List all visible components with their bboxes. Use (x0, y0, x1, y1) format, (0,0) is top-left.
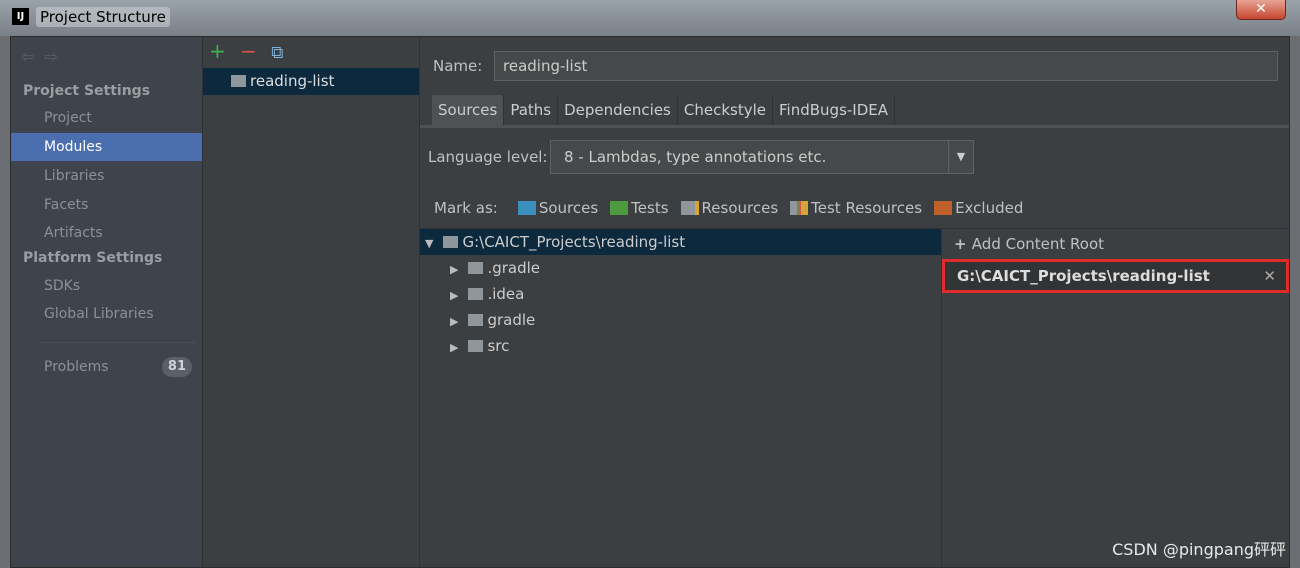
platform-settings-header: Platform Settings (23, 250, 163, 266)
collapsed-arrow-icon[interactable]: ▶ (450, 341, 458, 354)
sidebar-item-project[interactable]: Project (11, 104, 202, 132)
module-folder-icon (231, 75, 246, 87)
content-root-path: G:\CAICT_Projects\reading-list (957, 267, 1210, 285)
tab-findbugs[interactable]: FindBugs-IDEA (773, 95, 896, 125)
tree-root[interactable]: ▼ G:\CAICT_Projects\reading-list (420, 229, 941, 255)
sidebar-item-artifacts[interactable]: Artifacts (11, 219, 202, 247)
mark-as-toolbar: Mark as: Sources Tests Resources Test Re… (434, 199, 1023, 217)
tab-bar: Sources Paths Dependencies Checkstyle Fi… (432, 95, 896, 125)
name-label: Name: (433, 57, 483, 75)
sources-folder-icon (517, 201, 536, 215)
folder-icon (468, 262, 484, 274)
module-label: reading-list (250, 72, 335, 90)
module-list: + − ⧉ reading-list (203, 37, 420, 567)
sidebar-item-sdks[interactable]: SDKs (11, 272, 202, 300)
problems-label: Problems (44, 359, 109, 375)
mark-as-label: Mark as: (434, 199, 498, 217)
window-title: Project Structure (36, 7, 170, 27)
sidebar: ⇦⇨ Project Settings Project Modules Libr… (11, 37, 203, 567)
folder-icon (468, 314, 484, 326)
language-level-label: Language level: (428, 148, 548, 166)
tab-paths[interactable]: Paths (504, 95, 559, 125)
sidebar-item-global-libraries[interactable]: Global Libraries (11, 300, 202, 328)
intellij-logo: IJ (12, 8, 29, 25)
tree-item[interactable]: ▶ .idea (450, 281, 524, 307)
excluded-folder-icon (934, 201, 953, 215)
close-button[interactable]: ✕ (1236, 0, 1286, 20)
content-roots-panel: + Add Content Root G:\CAICT_Projects\rea… (942, 228, 1289, 567)
title-bar: IJ Project Structure ✕ (0, 0, 1300, 36)
collapsed-arrow-icon[interactable]: ▶ (450, 263, 458, 276)
watermark: CSDN @pingpang砰砰 (1112, 540, 1286, 559)
module-settings: Name: reading-list Sources Paths Depende… (420, 37, 1289, 567)
folder-icon (443, 236, 459, 248)
mark-test-resources-button[interactable]: Test Resources (790, 199, 922, 217)
tree-item[interactable]: ▶ gradle (450, 307, 535, 333)
problems-count-badge: 81 (161, 357, 192, 377)
name-input[interactable]: reading-list (494, 51, 1278, 81)
tab-divider (420, 125, 1289, 128)
project-structure-dialog: ⇦⇨ Project Settings Project Modules Libr… (10, 36, 1290, 568)
remove-icon[interactable]: − (240, 39, 257, 63)
tab-checkstyle[interactable]: Checkstyle (678, 95, 774, 125)
back-forward-icons[interactable]: ⇦⇨ (21, 47, 68, 66)
sidebar-item-modules[interactable]: Modules (11, 133, 202, 161)
folder-icon (468, 288, 484, 300)
module-item[interactable]: reading-list (203, 68, 419, 95)
collapsed-arrow-icon[interactable]: ▶ (450, 289, 458, 302)
collapsed-arrow-icon[interactable]: ▶ (450, 315, 458, 328)
add-content-root-button[interactable]: + Add Content Root (954, 235, 1104, 253)
test-resources-folder-icon (790, 201, 809, 215)
mark-sources-button[interactable]: Sources (517, 199, 598, 217)
resources-folder-icon (680, 201, 699, 215)
folder-icon (468, 340, 484, 352)
content-tree: ▼ G:\CAICT_Projects\reading-list ▶ .gradle… (420, 228, 942, 567)
tests-folder-icon (610, 201, 629, 215)
language-level-select[interactable]: 8 - Lambdas, type annotations etc. ▼ (550, 140, 974, 174)
plus-icon: + (954, 235, 972, 253)
sidebar-item-libraries[interactable]: Libraries (11, 162, 202, 190)
content-root-item[interactable]: G:\CAICT_Projects\reading-list ✕ (942, 259, 1289, 293)
project-settings-header: Project Settings (23, 83, 151, 99)
chevron-down-icon[interactable]: ▼ (948, 141, 973, 173)
mark-resources-button[interactable]: Resources (680, 199, 778, 217)
language-level-value: 8 - Lambdas, type annotations etc. (564, 148, 827, 166)
tab-dependencies[interactable]: Dependencies (558, 95, 678, 125)
expanded-arrow-icon[interactable]: ▼ (425, 237, 433, 250)
tab-sources[interactable]: Sources (432, 95, 505, 125)
sidebar-item-facets[interactable]: Facets (11, 191, 202, 219)
close-icon[interactable]: ✕ (1263, 262, 1276, 290)
mark-excluded-button[interactable]: Excluded (934, 199, 1023, 217)
sidebar-item-problems[interactable]: Problems 81 (11, 353, 202, 381)
add-icon[interactable]: + (209, 39, 226, 63)
tree-item[interactable]: ▶ src (450, 333, 509, 359)
copy-icon[interactable]: ⧉ (271, 43, 283, 63)
tree-item[interactable]: ▶ .gradle (450, 255, 540, 281)
mark-tests-button[interactable]: Tests (610, 199, 669, 217)
divider (39, 342, 196, 343)
